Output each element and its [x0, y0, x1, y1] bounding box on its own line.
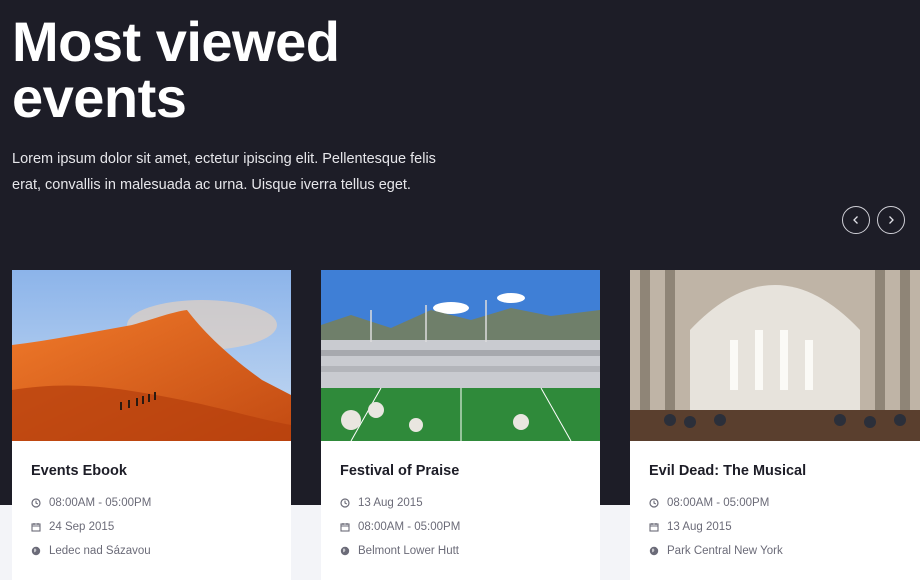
event-line2-text: 24 Sep 2015	[49, 521, 115, 533]
globe-icon	[649, 546, 659, 556]
event-date: 13 Aug 2015	[649, 519, 732, 535]
event-location-text: Park Central New York	[667, 545, 783, 557]
event-title[interactable]: Evil Dead: The Musical	[649, 463, 806, 479]
event-location: Ledec nad Sázavou	[31, 543, 151, 559]
globe-icon	[340, 546, 350, 556]
event-time: 08:00AM - 05:00PM	[31, 495, 151, 511]
event-location: Park Central New York	[649, 543, 783, 559]
clock-icon	[31, 498, 41, 508]
event-title[interactable]: Festival of Praise	[340, 463, 459, 479]
page-title: Most viewed events	[12, 10, 340, 129]
event-image-desert[interactable]	[12, 270, 291, 441]
event-line1-text: 13 Aug 2015	[358, 497, 423, 509]
calendar-icon	[649, 522, 659, 532]
event-date: 13 Aug 2015	[340, 495, 423, 511]
chevron-left-icon	[853, 216, 858, 224]
event-date: 24 Sep 2015	[31, 519, 114, 535]
clock-icon	[340, 498, 350, 508]
event-line1-text: 08:00AM - 05:00PM	[49, 497, 152, 509]
carousel-prev-button[interactable]	[842, 206, 870, 234]
event-line1-text: 08:00AM - 05:00PM	[667, 497, 770, 509]
event-card[interactable]: Events Ebook 08:00AM - 05:00PM 24 Sep 20…	[12, 270, 291, 580]
event-time: 08:00AM - 05:00PM	[649, 495, 769, 511]
event-location-text: Belmont Lower Hutt	[358, 545, 459, 557]
event-location: Belmont Lower Hutt	[340, 543, 459, 559]
event-line2-text: 13 Aug 2015	[667, 521, 732, 533]
event-line2-text: 08:00AM - 05:00PM	[358, 521, 461, 533]
event-image-cathedral[interactable]	[630, 270, 920, 441]
calendar-icon	[340, 522, 350, 532]
event-card[interactable]: Festival of Praise 13 Aug 2015 08:00AM -…	[321, 270, 600, 580]
calendar-icon	[31, 522, 41, 532]
event-title[interactable]: Events Ebook	[31, 463, 127, 479]
event-image-stadium[interactable]	[321, 270, 600, 441]
event-time: 08:00AM - 05:00PM	[340, 519, 460, 535]
globe-icon	[31, 546, 41, 556]
event-location-text: Ledec nad Sázavou	[49, 545, 151, 557]
clock-icon	[649, 498, 659, 508]
event-card[interactable]: Evil Dead: The Musical 08:00AM - 05:00PM…	[630, 270, 920, 580]
hero-description: Lorem ipsum dolor sit amet, ectetur ipis…	[12, 151, 436, 193]
carousel-next-button[interactable]	[877, 206, 905, 234]
chevron-right-icon	[889, 216, 894, 224]
